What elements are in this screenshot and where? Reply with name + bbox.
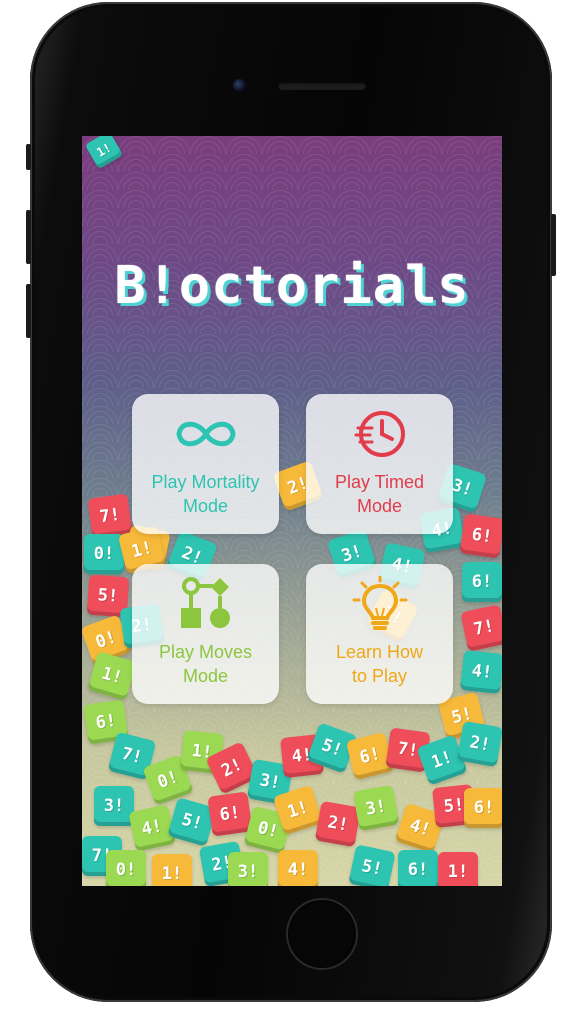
number-tile: 2!: [456, 720, 502, 768]
number-tile: 4!: [460, 650, 502, 694]
mute-switch: [26, 144, 31, 170]
play-moves-mode-label: Play Moves Mode: [158, 642, 253, 686]
number-tile: 3!: [94, 786, 134, 826]
front-camera: [233, 79, 246, 92]
number-tile: 2!: [314, 800, 362, 848]
home-button[interactable]: [288, 900, 356, 968]
number-tile: 1!: [152, 854, 192, 886]
play-timed-mode-button[interactable]: Play Timed Mode: [306, 394, 453, 534]
number-tile: 4!: [278, 850, 318, 886]
number-tile: 6!: [459, 513, 502, 559]
game-screen: 1!7!5!2!3!4!6!0!1!2!3!4!5!6!7!0!1!2!3!4!…: [82, 136, 502, 886]
lightbulb-icon: [345, 576, 415, 632]
learn-how-to-play-button[interactable]: Learn How to Play: [306, 564, 453, 704]
number-tile: 7!: [87, 493, 133, 539]
play-timed-mode-label: Play Timed Mode: [334, 472, 425, 516]
number-tile: 6!: [398, 850, 438, 886]
number-tile: 6!: [207, 791, 253, 837]
number-tile: 3!: [352, 784, 400, 832]
number-tile: 5!: [348, 844, 396, 886]
volume-down-button: [26, 284, 31, 338]
earpiece-speaker: [278, 82, 366, 90]
clock-icon: [345, 406, 415, 462]
app-title: B!octorials: [114, 256, 470, 316]
number-tile: 1!: [84, 136, 124, 170]
number-tile: 7!: [460, 604, 502, 652]
number-tile: 3!: [228, 852, 268, 886]
number-tile: 1!: [438, 852, 478, 886]
volume-up-button: [26, 210, 31, 264]
infinity-icon: [171, 406, 241, 462]
learn-how-to-play-label: Learn How to Play: [335, 642, 424, 686]
play-mortality-mode-button[interactable]: Play Mortality Mode: [132, 394, 279, 534]
play-moves-mode-button[interactable]: Play Moves Mode: [132, 564, 279, 704]
play-mortality-mode-label: Play Mortality Mode: [151, 472, 260, 516]
flowchart-icon: [171, 576, 241, 632]
power-button: [551, 214, 556, 276]
number-tile: 0!: [106, 850, 146, 886]
number-tile: 6!: [462, 562, 502, 602]
number-tile: 6!: [464, 788, 502, 828]
